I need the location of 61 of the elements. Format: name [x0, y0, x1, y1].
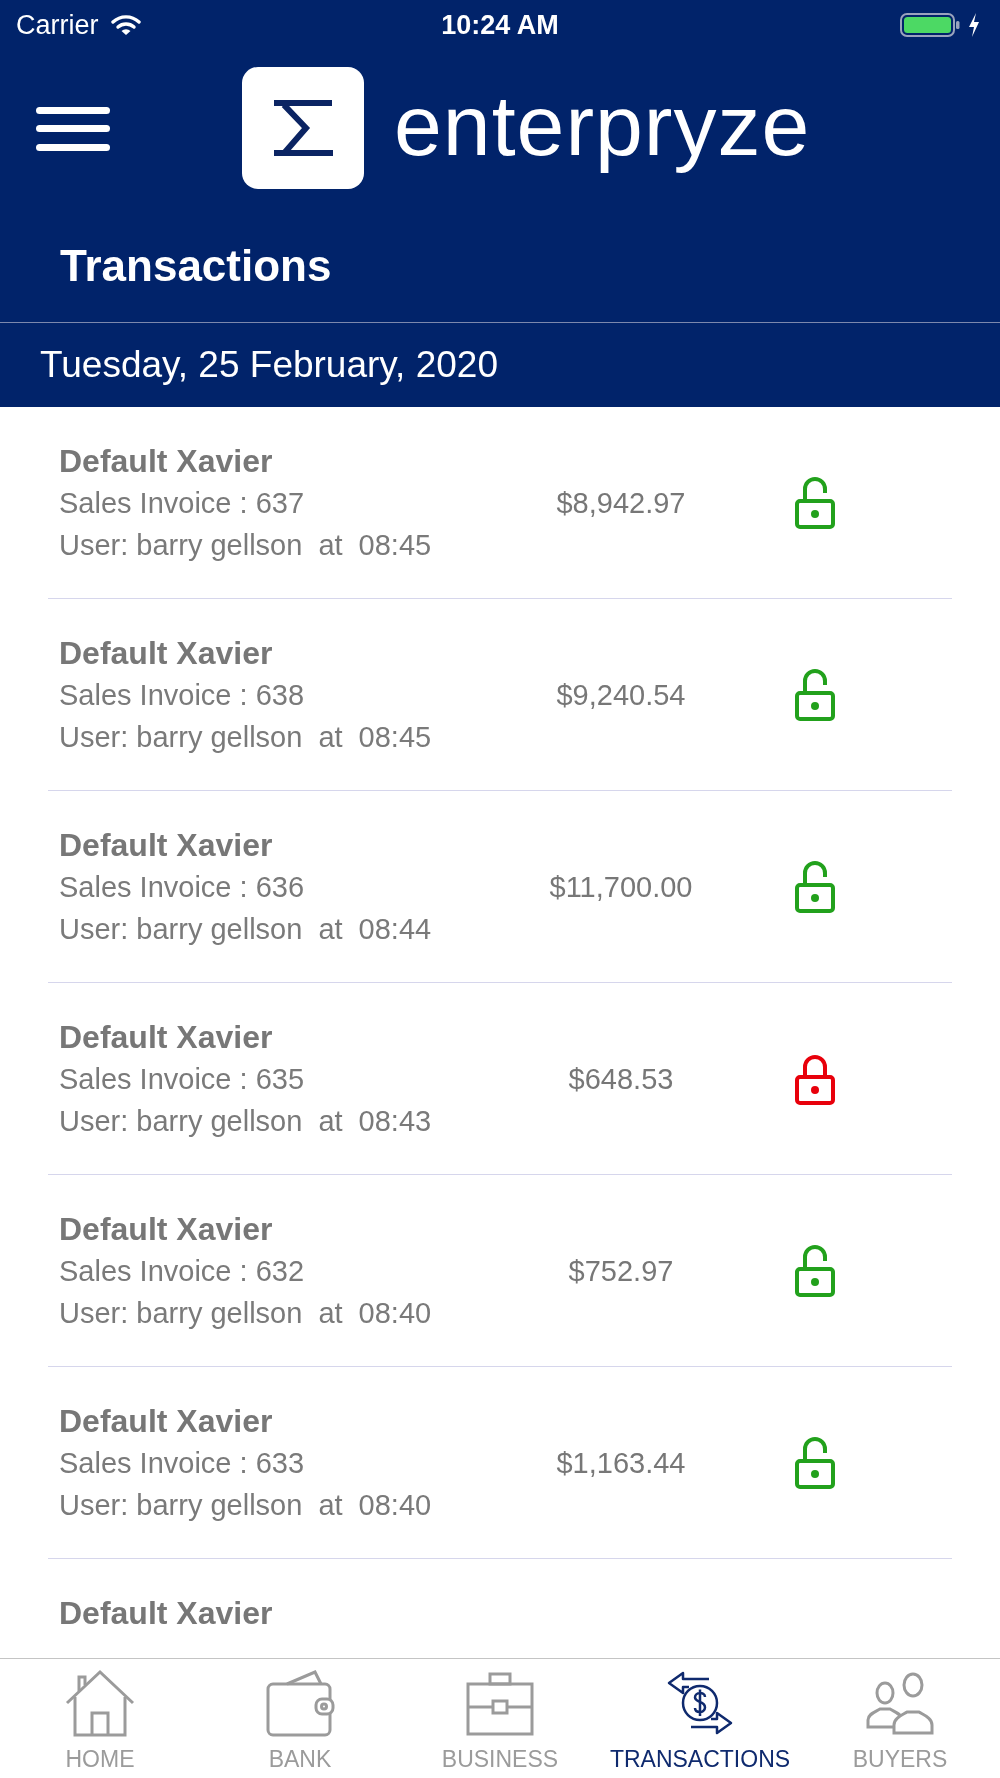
- logo-wordmark: enterpryze: [394, 76, 811, 175]
- transaction-row[interactable]: Default Xavier Sales Invoice : 638 User: barry gellson at 08:45 $9,240.54: [48, 599, 952, 791]
- wifi-icon: [110, 14, 141, 36]
- customer-name: Default Xavier: [59, 1018, 273, 1057]
- transaction-time: 08:44: [358, 912, 432, 947]
- amount: $9,240.54: [556, 678, 686, 713]
- wallet-icon: [265, 1669, 335, 1737]
- at-label: at: [318, 1104, 343, 1139]
- amount: $11,700.00: [549, 870, 693, 905]
- invoice-number: Sales Invoice : 637: [59, 486, 305, 521]
- battery-icon: [900, 13, 960, 37]
- user-name: User: barry gellson: [59, 1488, 303, 1523]
- user-name: User: barry gellson: [59, 720, 303, 755]
- at-label: at: [318, 1296, 343, 1331]
- status-time: 10:24 AM: [441, 9, 559, 41]
- house-icon: [65, 1669, 135, 1737]
- menu-icon[interactable]: [36, 107, 110, 151]
- tab-bar-item[interactable]: TRANSACTIONS: [600, 1659, 800, 1778]
- transaction-time: 08:40: [358, 1296, 432, 1331]
- transaction-row[interactable]: Default Xavier Sales Invoice : 632 User: barry gellson at 08:40 $752.97: [48, 1175, 952, 1367]
- logo-icon: [242, 67, 364, 189]
- transaction-time: 08:43: [358, 1104, 432, 1139]
- tab-bar-item[interactable]: BUSINESS: [400, 1659, 600, 1778]
- transaction-time: 08:45: [358, 528, 432, 563]
- currency-exchange-icon: [665, 1669, 735, 1737]
- tab-bar-item[interactable]: HOME: [0, 1659, 200, 1778]
- user-name: User: barry gellson: [59, 1104, 303, 1139]
- invoice-number: Sales Invoice : 638: [59, 678, 305, 713]
- amount: $648.53: [568, 1062, 674, 1097]
- transaction-time: 08:45: [358, 720, 432, 755]
- amount: $1,163.44: [556, 1446, 686, 1481]
- transaction-row[interactable]: Default Xavier Sales Invoice : 635 User: barry gellson at 08:43 $648.53: [48, 983, 952, 1175]
- invoice-number: Sales Invoice : 632: [59, 1254, 305, 1289]
- charging-bolt-icon: [968, 13, 980, 37]
- date-heading: Tuesday, 25 February, 2020: [40, 343, 498, 387]
- customer-name: Default Xavier: [59, 826, 273, 865]
- customer-name: Default Xavier: [59, 1594, 273, 1633]
- at-label: at: [318, 528, 343, 563]
- customer-name: Default Xavier: [59, 1210, 273, 1249]
- carrier-name: Carrier: [16, 9, 99, 41]
- user-name: User: barry gellson: [59, 912, 303, 947]
- transaction-row[interactable]: Default Xavier Sales Invoice : 633 User: barry gellson at 08:40 $1,163.44: [48, 1367, 952, 1559]
- amount: $752.97: [568, 1254, 674, 1289]
- invoice-number: Sales Invoice : 636: [59, 870, 305, 905]
- user-name: User: barry gellson: [59, 528, 303, 563]
- tab-bar-item[interactable]: BUYERS: [800, 1659, 1000, 1778]
- at-label: at: [318, 912, 343, 947]
- transaction-time: 08:40: [358, 1488, 432, 1523]
- at-label: at: [318, 1488, 343, 1523]
- customer-name: Default Xavier: [59, 634, 273, 673]
- at-label: at: [318, 720, 343, 755]
- invoice-number: Sales Invoice : 633: [59, 1446, 305, 1481]
- transaction-row[interactable]: Default Xavier Sales Invoice : 637 User: barry gellson at 08:45 $8,942.97: [48, 407, 952, 599]
- customer-name: Default Xavier: [59, 442, 273, 481]
- transaction-row[interactable]: Default Xavier Sales Invoice : 636 User: barry gellson at 08:44 $11,700.00: [48, 791, 952, 983]
- amount: $8,942.97: [556, 486, 686, 521]
- page-title: Transactions: [60, 241, 332, 290]
- user-name: User: barry gellson: [59, 1296, 303, 1331]
- tab-bar-item[interactable]: BANK: [200, 1659, 400, 1778]
- customer-name: Default Xavier: [59, 1402, 273, 1441]
- invoice-number: Sales Invoice : 635: [59, 1062, 305, 1097]
